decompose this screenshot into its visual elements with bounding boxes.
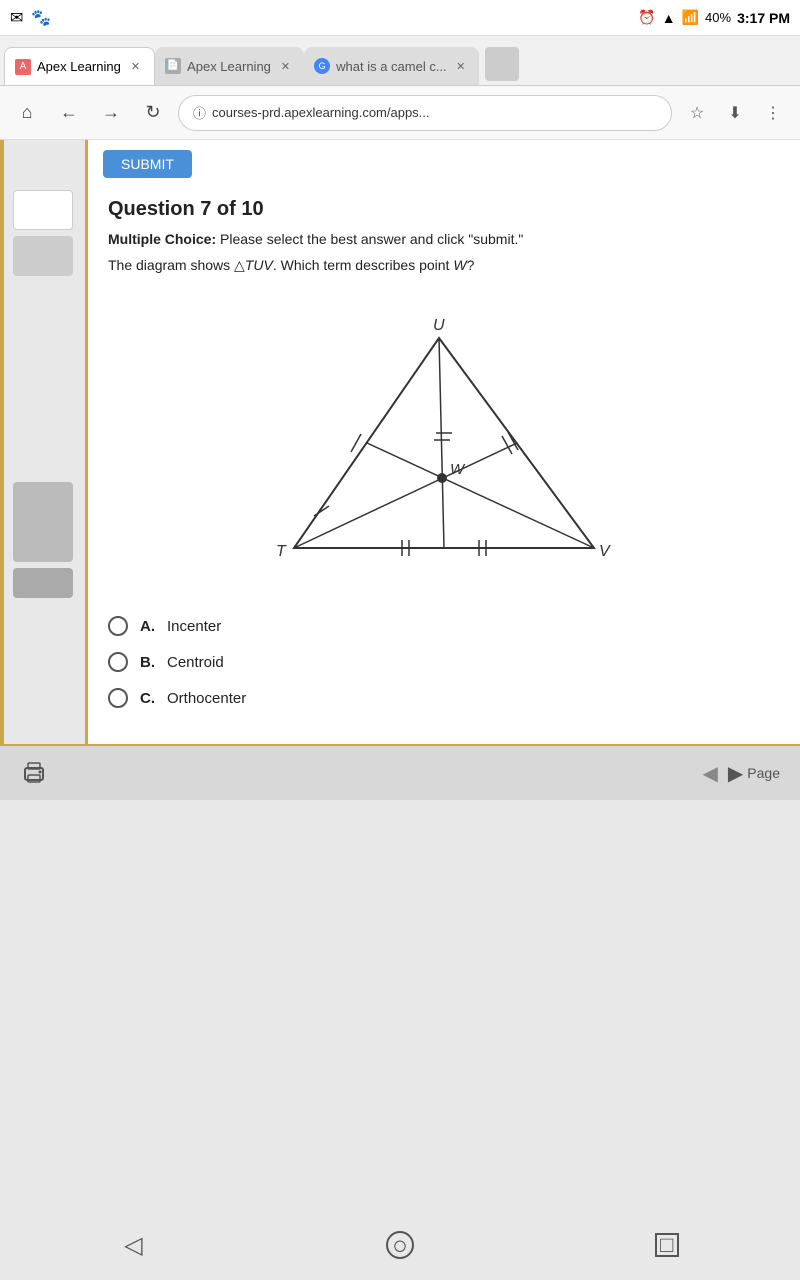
tab-apex-learning-1[interactable]: A Apex Learning ✕ [4, 47, 155, 85]
tab3-label: what is a camel c... [336, 59, 446, 74]
print-button[interactable] [20, 759, 48, 787]
tab2-label: Apex Learning [187, 59, 271, 74]
choice-c[interactable]: C. Orthocenter [108, 688, 780, 708]
choice-b-text: Centroid [167, 654, 224, 671]
address-bar: ⌂ ← → ↻ ⓘ courses-prd.apexlearning.com/a… [0, 86, 800, 140]
choice-a[interactable]: A. Incenter [108, 616, 780, 636]
recent-icon: □ [655, 1233, 679, 1257]
tab2-close[interactable]: ✕ [277, 58, 294, 75]
choice-b[interactable]: B. Centroid [108, 652, 780, 672]
alarm-icon: ⏰ [638, 9, 655, 26]
gmail-icon: ✉ [10, 8, 23, 28]
sidebar-item-1 [13, 190, 73, 230]
download-button[interactable]: ⬇ [718, 96, 752, 130]
question-text: The diagram shows △TUV. Which term descr… [108, 257, 780, 274]
url-text: courses-prd.apexlearning.com/apps... [212, 105, 430, 120]
notification-icon: 🐾 [31, 8, 51, 28]
status-bar: ✉ 🐾 ⏰ ▲ 📶 40% 3:17 PM [0, 0, 800, 36]
tab-bar: A Apex Learning ✕ 📄 Apex Learning ✕ G wh… [0, 36, 800, 86]
android-recent-button[interactable]: □ [649, 1227, 685, 1263]
sidebar-item-3 [13, 482, 73, 562]
nav-back-button[interactable]: ← [52, 96, 86, 130]
prev-arrow-icon: ◀ [703, 761, 718, 786]
below-content [0, 800, 800, 1280]
android-back-button[interactable]: ◁ [115, 1227, 151, 1263]
choice-a-letter: A. [140, 618, 155, 635]
tab-apex-learning-2[interactable]: 📄 Apex Learning ✕ [155, 47, 304, 85]
question-instruction: Please select the best answer and click … [220, 231, 523, 247]
main-row: SUBMIT Question 7 of 10 Multiple Choice:… [0, 140, 800, 744]
radio-c[interactable] [108, 688, 128, 708]
signal-icon: 📶 [682, 9, 699, 26]
page-navigation: ◀ ▶ Page [703, 761, 780, 786]
page-panel: SUBMIT Question 7 of 10 Multiple Choice:… [85, 140, 800, 744]
new-tab-button[interactable] [485, 47, 519, 81]
menu-button[interactable]: ⋮ [756, 96, 790, 130]
svg-text:U: U [433, 317, 445, 334]
tab3-favicon: G [314, 58, 330, 74]
svg-text:V: V [599, 543, 611, 560]
choice-a-text: Incenter [167, 618, 221, 635]
choice-c-text: Orthocenter [167, 690, 246, 707]
sidebar-item-2 [13, 236, 73, 276]
sidebar-item-4 [13, 568, 73, 598]
choice-b-letter: B. [140, 654, 155, 671]
question-body: The diagram shows △TUV. Which term descr… [108, 257, 474, 273]
prev-page-button[interactable]: ◀ [703, 761, 718, 786]
secure-icon: ⓘ [193, 103, 206, 122]
question-type-label: Multiple Choice: [108, 231, 216, 247]
svg-text:W: W [450, 461, 466, 478]
radio-b[interactable] [108, 652, 128, 672]
nav-forward-button[interactable]: → [94, 96, 128, 130]
back-icon: ◁ [124, 1231, 142, 1260]
question-content: Question 7 of 10 Multiple Choice: Please… [88, 188, 800, 744]
choice-c-letter: C. [140, 690, 155, 707]
diagram-container: W U T V [108, 288, 780, 598]
tab2-favicon: 📄 [165, 58, 181, 74]
tab1-close[interactable]: ✕ [127, 58, 144, 75]
clock: 3:17 PM [737, 10, 790, 26]
home-icon: ○ [386, 1231, 414, 1259]
question-title: Question 7 of 10 [108, 198, 780, 221]
bookmark-button[interactable]: ☆ [680, 96, 714, 130]
android-home-button[interactable]: ○ [382, 1227, 418, 1263]
svg-text:T: T [276, 543, 287, 560]
battery-level: 40% [705, 10, 731, 25]
left-sidebar [0, 140, 85, 744]
android-nav-bar: ◁ ○ □ [0, 1210, 800, 1280]
tab1-label: Apex Learning [37, 59, 121, 74]
radio-a[interactable] [108, 616, 128, 636]
submit-button[interactable]: SUBMIT [103, 150, 192, 178]
question-type: Multiple Choice: Please select the best … [108, 231, 780, 247]
triangle-diagram: W U T V [254, 288, 634, 598]
tab1-favicon: A [15, 59, 31, 75]
nav-home-button[interactable]: ⌂ [10, 96, 44, 130]
address-input-bar[interactable]: ⓘ courses-prd.apexlearning.com/apps... [178, 95, 672, 131]
nav-refresh-button[interactable]: ↻ [136, 96, 170, 130]
page-label: Page [747, 765, 780, 781]
tab-google-search[interactable]: G what is a camel c... ✕ [304, 47, 479, 85]
print-icon [20, 759, 48, 787]
content-wrapper: SUBMIT Question 7 of 10 Multiple Choice:… [0, 140, 800, 1280]
next-arrow-icon: ▶ [728, 761, 743, 786]
wifi-icon: ▲ [662, 10, 676, 26]
next-page-button[interactable]: ▶ Page [728, 761, 780, 786]
bottom-toolbar: ◀ ▶ Page [0, 744, 800, 800]
tab3-close[interactable]: ✕ [452, 58, 469, 75]
